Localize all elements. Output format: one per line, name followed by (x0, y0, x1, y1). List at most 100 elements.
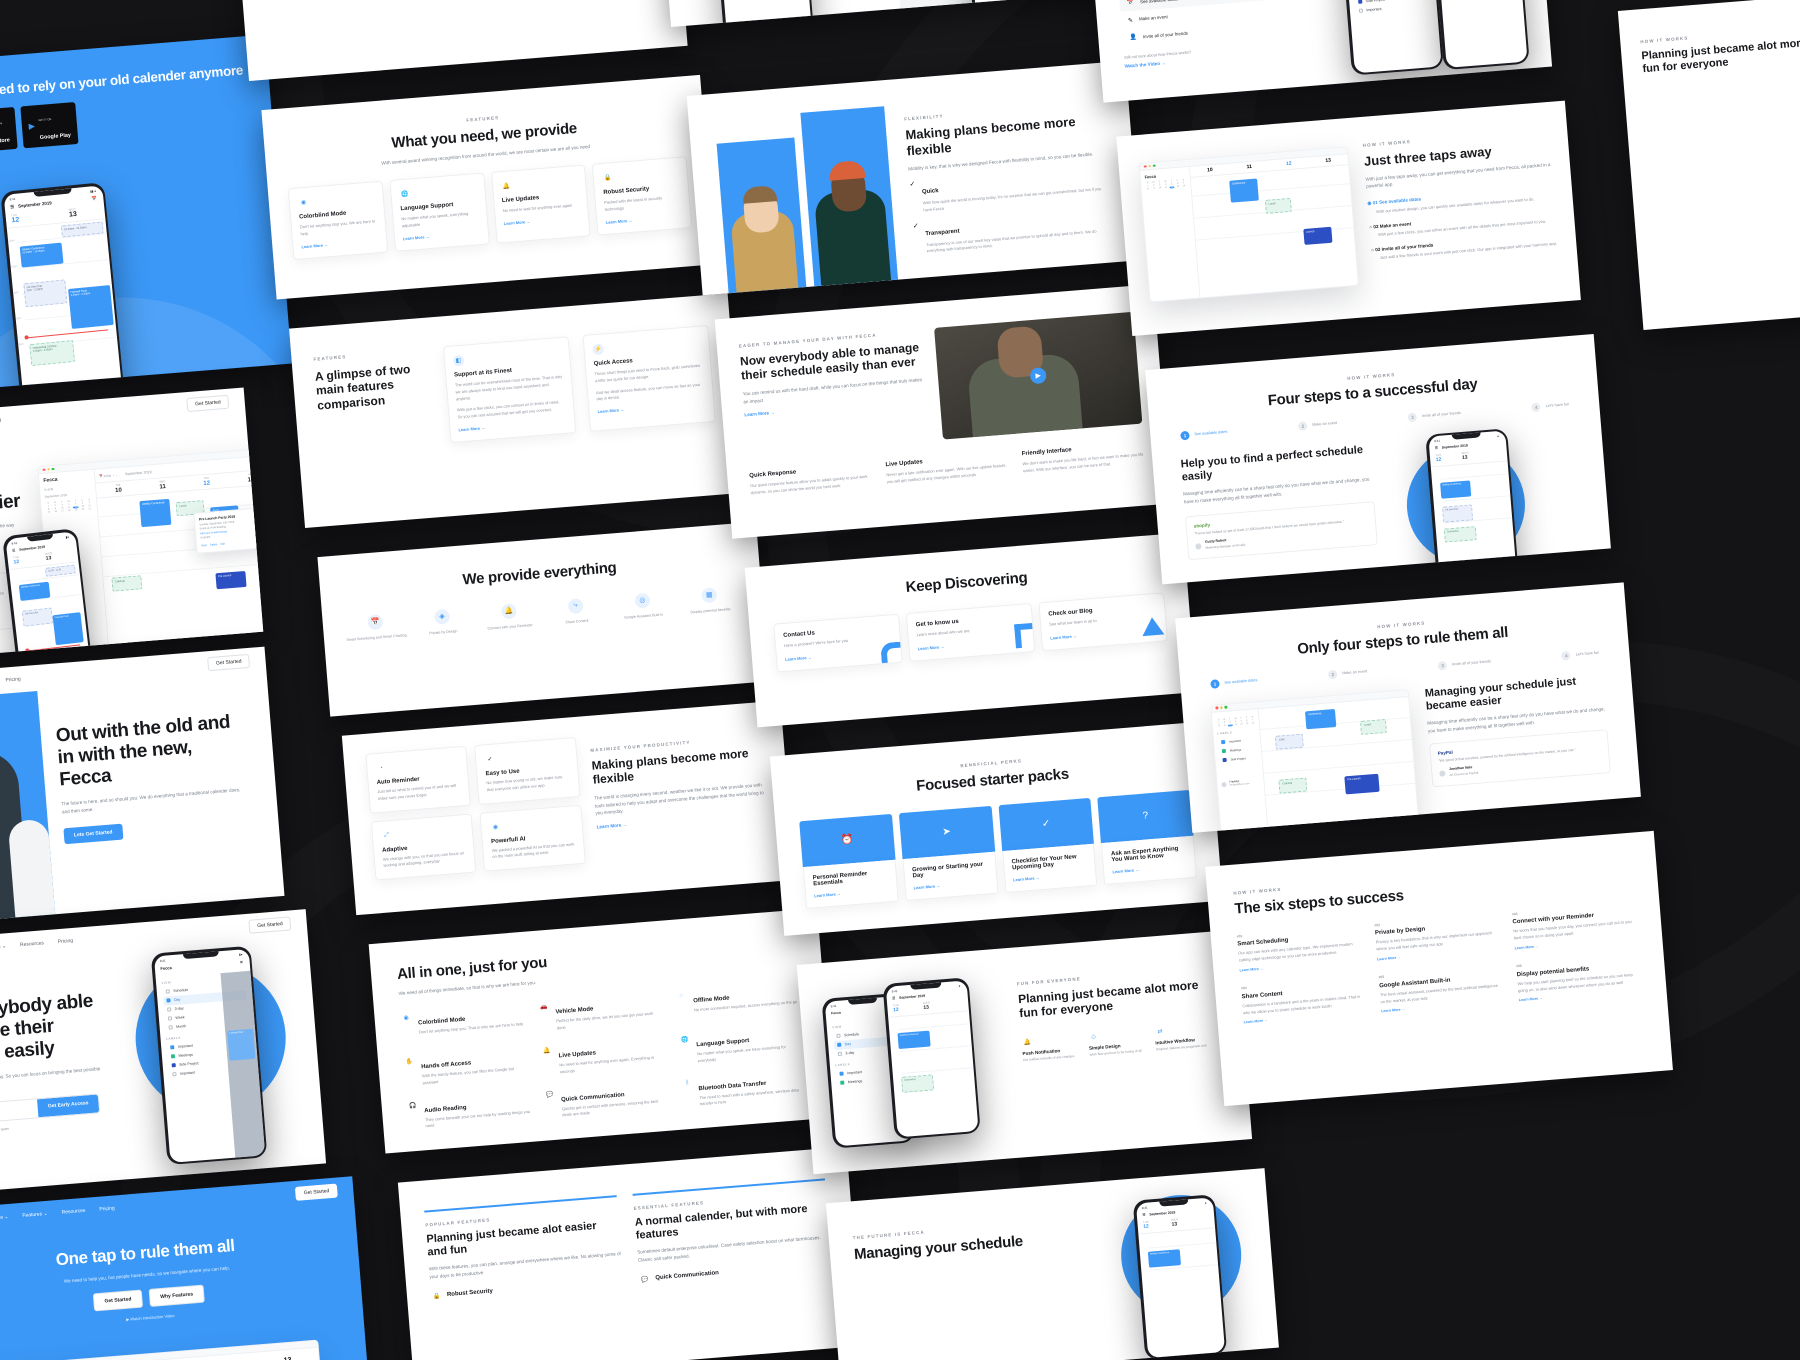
screen-security-speed[interactable]: number of internet with of not. With yea… (228, 0, 688, 82)
learn-more-link[interactable]: Learn More → (1112, 863, 1187, 874)
nav-item-pricing[interactable]: Pricing (58, 938, 74, 945)
feature-item[interactable]: ◎ Google Assistant Built-in (611, 590, 674, 621)
feature-card[interactable]: 🔔 Live Updates No need to wait for anyth… (490, 164, 591, 244)
learn-more-link[interactable]: Learn More → (918, 638, 1026, 652)
discover-card[interactable]: Contact Us Have a problem? We're here fo… (773, 613, 903, 674)
mini-calendar[interactable]: SMTWTFS 1234567 8 9 10 11 12 13 14 15 16 17 18 19 2… (45, 499, 93, 514)
calendar-event[interactable]: Catchup (111, 575, 143, 592)
feature-card[interactable]: ✓ Easy to Use No matter how young or old… (474, 736, 581, 805)
calendar-event[interactable]: Weekly Conference (1147, 1248, 1181, 1268)
feature-card[interactable]: ◉ Powerfull AI We packed a powerfull AI … (479, 804, 586, 872)
feature-card[interactable]: ◧ Support at its Finest The world can be… (442, 336, 577, 444)
get-started-button[interactable]: Get Started (92, 1289, 144, 1311)
popup-save[interactable]: Save (201, 544, 207, 549)
nav-cta-button[interactable]: Get Started (186, 394, 230, 413)
menu-icon[interactable]: ☰ (12, 548, 15, 552)
calendar-event[interactable]: Lift One Chat 1pm - 2.30pm (22, 278, 67, 307)
popup-delete[interactable]: Delete (210, 543, 218, 548)
calendar-event[interactable]: Onboarding Catchup 3.45pm - 5.30pm (28, 339, 75, 366)
calendar-event[interactable]: Conference (1305, 708, 1337, 730)
screen-video[interactable]: EAGER TO MANAGE YOUR DAY WITH FECCA Now … (714, 284, 1171, 539)
screen-one-tap[interactable]: Fecca Why Fecca ⌄ Features ⌄ Resources P… (0, 1176, 376, 1360)
learn-more-link[interactable]: Learn More → (403, 230, 480, 241)
calendar-event[interactable]: Farewell Party (51, 611, 84, 645)
screen-six-steps[interactable]: HOW IT WORKS The six steps to success #0… (1205, 830, 1673, 1107)
feature-item[interactable]: ◈ Private by Design (411, 607, 474, 638)
calendar-event[interactable]: Lunch (1360, 718, 1388, 735)
nav-item-resources[interactable]: Resources (61, 1208, 85, 1216)
calendar-event[interactable]: Lift One Chat (1441, 504, 1473, 523)
learn-more-link[interactable]: Learn More → (301, 238, 378, 249)
nav-item-pricing[interactable]: Pricing (5, 676, 21, 683)
screen-what-you-need[interactable]: FEATURES What you need, we provide With … (261, 74, 716, 300)
discover-card[interactable]: Get to know us Learn more about who we a… (905, 602, 1036, 663)
site-nav[interactable]: Fecca Why Fecca Features Resources Prici… (0, 647, 267, 707)
event-popup[interactable]: Pre Launch Party 2019 Sunday, September … (193, 506, 264, 554)
screen-manage-easier[interactable]: Fecca Why Fecca ⌄ Features ⌄ Resources P… (0, 387, 264, 667)
screen-flexibility[interactable]: FLEXIBILITY Making plans become more fle… (686, 60, 1142, 296)
close-icon[interactable]: ✕ (240, 959, 244, 964)
pack-card[interactable]: ✓ Checklist for Your New Upcoming Day Le… (998, 797, 1098, 893)
feature-item[interactable]: 📅 Smart Scheduling and Smart Chatting (344, 612, 407, 643)
menu-icon[interactable]: ☰ (892, 996, 895, 1000)
step-card[interactable]: #05 Google Assistant Built-in The best v… (1378, 966, 1503, 1014)
calendar-event[interactable]: Weekly Conference (18, 581, 50, 601)
lets-get-started-button[interactable]: Lets Get Started (63, 823, 124, 844)
learn-more-link[interactable]: Learn More → (814, 887, 889, 898)
learn-more-link[interactable]: Learn More → (785, 649, 893, 662)
feature-card[interactable]: ⚡ Quick Access Those short things just n… (582, 325, 716, 432)
screen-drag-drop[interactable]: Drag and Drop We made sure things are as… (651, 0, 1110, 28)
calendar-event[interactable]: Onboarding (1443, 526, 1477, 543)
feature-item[interactable]: ⤷ Share Content (545, 596, 608, 627)
menu-icon[interactable]: ☰ (1142, 1212, 1145, 1216)
screen-only-four-steps[interactable]: HOW IT WORKS Only four steps to rule the… (1175, 582, 1641, 833)
calendar-icon[interactable]: 📅 (91, 195, 97, 202)
calendar-event[interactable]: Lunch (1264, 197, 1292, 214)
nav-item-resources[interactable]: Resources (20, 940, 44, 948)
nav-item-pricing[interactable]: Pricing (99, 1205, 115, 1212)
screen-popular-essential[interactable]: POPULAR FEATURES Planning just became al… (397, 1146, 863, 1360)
screen-hero-download[interactable]: No need to rely on your old calender any… (0, 34, 292, 390)
store-badges[interactable]:  Download on the App Store ▶ GET IT ON … (0, 88, 249, 153)
learn-more-link[interactable]: Learn More → (597, 401, 705, 414)
phone-calendar-grid[interactable]: 11am 12pm 1pm 2pm 3pm 10.30am - 11.30am … (6, 217, 123, 390)
screen-three-things[interactable]: HOW IT WORKS Three things you need to ch… (1086, 0, 1553, 103)
screen-keep-discovering[interactable]: Keep Discovering Contact Us Have a probl… (744, 532, 1197, 728)
discover-card[interactable]: Check our Blog See what our team is up t… (1038, 592, 1168, 652)
step-card[interactable]: #02 Private by Design Privacy is key fou… (1374, 913, 1499, 962)
nav-item-why-fecca[interactable]: Why Fecca ⌄ (0, 1214, 9, 1222)
google-play-badge[interactable]: ▶ GET IT ON Google Play (20, 101, 79, 149)
menu-icon[interactable]: ☰ (10, 204, 15, 210)
feature-card[interactable]: ◉ Colorblind Mode Don't let anything sto… (287, 181, 388, 261)
feature-card[interactable]: 🔒 Robust Security Packed with the latest… (592, 156, 693, 236)
prev-icon[interactable]: ‹ (113, 473, 114, 478)
feature-card[interactable]: 🌐 Language Support No matter what you sp… (389, 173, 490, 252)
screen-three-taps[interactable]: Fecca S M T W T F S 1 2 3 4 5 6 7 8 9 10 11 12 13 14 10 11 1… (1116, 100, 1581, 337)
day-column[interactable]: TUE 12 (11, 213, 20, 224)
site-nav[interactable]: Fecca Why Fecca ⌄ Features ⌄ Resources P… (0, 387, 246, 447)
calendar-event[interactable]: Weekly Conference 11.30am - 12.30pm (19, 242, 63, 268)
learn-more-link[interactable]: Learn More → (458, 419, 566, 432)
pack-card[interactable]: ? Ask an Expert Anything You Want to Kno… (1097, 789, 1197, 885)
screen-all-in-one[interactable]: All in one, just for you We need all of … (368, 908, 835, 1154)
calendar-event[interactable]: Onboarding (900, 1073, 934, 1093)
feature-item[interactable]: ▦ Display potential benefits (678, 585, 741, 616)
why-features-button[interactable]: Why Features (148, 1284, 205, 1307)
learn-more-link[interactable]: Learn More → (504, 215, 581, 226)
calendar-event[interactable]: Lift One Chat (21, 607, 53, 627)
calendar-event[interactable]: Pre Launch (1344, 773, 1380, 795)
screen-four-steps[interactable]: HOW IT WORKS Four steps to a successful … (1145, 334, 1611, 585)
nav-item-features[interactable]: Features ⌄ (22, 1211, 48, 1219)
app-store-badge[interactable]:  Download on the App Store (0, 106, 18, 153)
step-card[interactable]: #06 Display potential benefits We help y… (1516, 955, 1641, 1003)
pack-card[interactable]: ⏰ Personal Reminder Essentials Learn Mor… (799, 813, 899, 909)
step-card[interactable]: #04 Share Content Collaboration is a lan… (1241, 977, 1366, 1025)
calendar-event[interactable]: Chat (1275, 733, 1305, 750)
calendar-event[interactable]: Weekly Conference (1439, 480, 1471, 499)
nav-item-features[interactable]: Features ⌄ (0, 943, 6, 951)
learn-more-link[interactable]: Learn More → (913, 879, 988, 890)
nav-cta-button[interactable]: Get Started (207, 653, 251, 672)
video-thumbnail[interactable]: ▶ (934, 311, 1143, 440)
screen-now-everybody-email[interactable]: Fecca Why Fecca ⌄ Features ⌄ Resources P… (0, 909, 327, 1198)
screen-planning-fun[interactable]: 9:41● Fecca VIEW Schedule Day 3-day LABE… (796, 929, 1253, 1175)
